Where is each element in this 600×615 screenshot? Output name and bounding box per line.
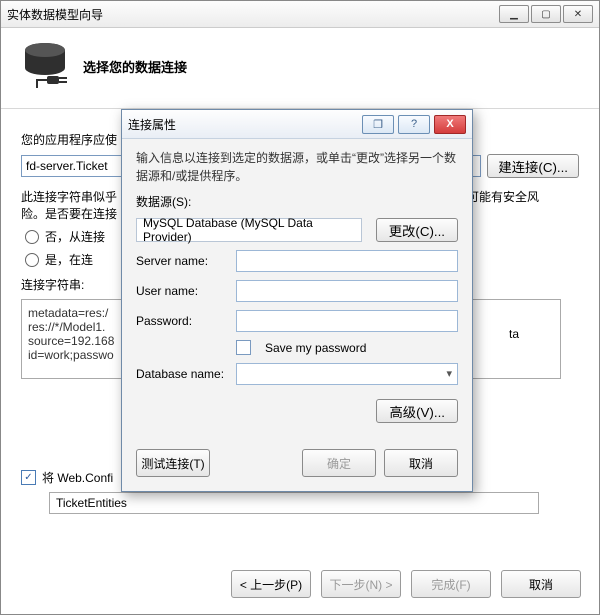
dialog-close-button[interactable]: X	[434, 115, 466, 134]
radio-icon	[25, 230, 39, 244]
datasource-label: 数据源(S):	[136, 193, 458, 210]
entities-name-value: TicketEntities	[56, 496, 127, 510]
new-connection-button[interactable]: 建连接(C)...	[487, 154, 579, 178]
prev-button[interactable]: < 上一步(P)	[231, 570, 311, 598]
save-password-label: Save my password	[265, 341, 366, 355]
ok-button: 确定	[302, 449, 376, 477]
radio-icon	[25, 253, 39, 267]
dialog-titlebar: 连接属性 ❐ ? X	[122, 110, 472, 139]
restore-icon: ❐	[373, 118, 383, 131]
maximize-button[interactable]: ▢	[531, 5, 561, 23]
password-label: Password:	[136, 314, 228, 328]
user-name-label: User name:	[136, 284, 228, 298]
password-input[interactable]	[236, 310, 458, 332]
help-icon: ?	[411, 118, 417, 130]
dialog-cancel-button[interactable]: 取消	[384, 449, 458, 477]
warning-text-2: 险。是否要在连接	[21, 207, 117, 221]
window-title: 实体数据模型向导	[7, 6, 103, 23]
wizard-header: 选择您的数据连接	[1, 28, 599, 109]
advanced-button[interactable]: 高级(V)...	[376, 399, 458, 423]
conn-string-tail: ta	[509, 327, 519, 341]
entities-name-input[interactable]: TicketEntities	[49, 492, 539, 514]
close-button[interactable]: ✕	[563, 5, 593, 23]
radio-no-label: 否，从连接	[45, 228, 105, 245]
wizard-window: 实体数据模型向导 ▁ ▢ ✕ 选择您的数据连接 您的应用程序应使 fd-serv…	[0, 0, 600, 615]
window-titlebar: 实体数据模型向导 ▁ ▢ ✕	[1, 1, 599, 28]
datasource-value: MySQL Database (MySQL Data Provider)	[143, 216, 355, 244]
dialog-info-text: 输入信息以连接到选定的数据源，或单击“更改”选择另一个数据源和/或提供程序。	[136, 149, 458, 185]
save-password-checkbox[interactable]	[236, 340, 251, 355]
dialog-title: 连接属性	[128, 116, 176, 133]
wizard-button-row: < 上一步(P) 下一步(N) > 完成(F) 取消	[231, 570, 581, 598]
save-webconfig-checkbox[interactable]: ✓	[21, 470, 36, 485]
save-webconfig-label: 将 Web.Confi	[42, 469, 113, 486]
user-name-input[interactable]	[236, 280, 458, 302]
close-icon: ✕	[574, 9, 582, 20]
server-name-label: Server name:	[136, 254, 228, 268]
database-name-label: Database name:	[136, 367, 228, 381]
maximize-icon: ▢	[541, 9, 550, 20]
database-plug-icon	[23, 42, 69, 90]
finish-button: 完成(F)	[411, 570, 491, 598]
change-datasource-button[interactable]: 更改(C)...	[376, 218, 458, 242]
wizard-step-title: 选择您的数据连接	[83, 57, 187, 76]
minimize-icon: ▁	[510, 9, 518, 20]
cancel-button[interactable]: 取消	[501, 570, 581, 598]
test-connection-button[interactable]: 测试连接(T)	[136, 449, 210, 477]
database-name-select[interactable]	[236, 363, 458, 385]
minimize-button[interactable]: ▁	[499, 5, 529, 23]
dialog-help-button[interactable]: ?	[398, 115, 430, 134]
connection-properties-dialog: 连接属性 ❐ ? X 输入信息以连接到选定的数据源，或单击“更改”选择另一个数据…	[121, 109, 473, 492]
warning-text-1: 此连接字符串似乎	[21, 190, 117, 204]
dialog-restore-button[interactable]: ❐	[362, 115, 394, 134]
radio-yes-label: 是，在连	[45, 251, 93, 268]
datasource-value-box: MySQL Database (MySQL Data Provider)	[136, 218, 362, 242]
close-icon: X	[446, 118, 453, 130]
connection-value: fd-server.Ticket	[26, 159, 108, 173]
next-button: 下一步(N) >	[321, 570, 401, 598]
server-name-input[interactable]	[236, 250, 458, 272]
